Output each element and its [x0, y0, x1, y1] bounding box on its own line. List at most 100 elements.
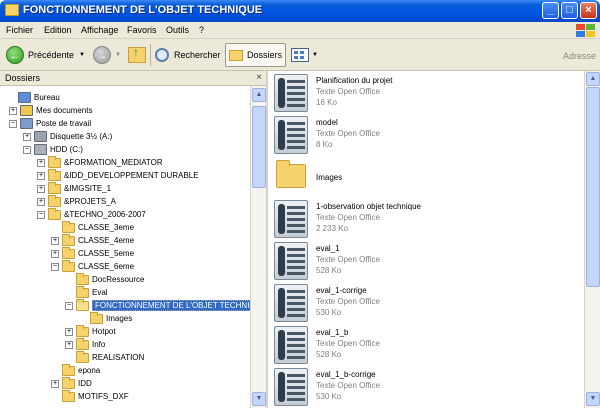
chevron-down-icon[interactable]: ▼ — [115, 52, 121, 58]
expand-icon[interactable]: + — [51, 379, 59, 388]
collapse-icon[interactable]: − — [37, 210, 45, 219]
expand-icon[interactable]: + — [37, 184, 45, 193]
menu-favoris[interactable]: Favoris — [127, 25, 157, 35]
file-name: model — [316, 118, 338, 127]
tree-item[interactable]: + Mes documents — [9, 104, 92, 117]
file-type: Texte Open Office — [316, 129, 380, 138]
tree-item-label: Bureau — [34, 93, 60, 102]
tree-item[interactable]: Bureau — [7, 91, 60, 104]
odt-document-icon — [274, 242, 308, 280]
file-item[interactable]: Images — [274, 158, 574, 198]
up-folder-button[interactable]: ↑ — [128, 44, 146, 66]
menu-outils[interactable]: Outils — [166, 25, 189, 35]
tree-item-label: IDD — [78, 379, 92, 388]
menu-bar: Fichier Edition Affichage Favoris Outils… — [0, 22, 600, 39]
tree-item[interactable]: DocRessource — [65, 272, 144, 286]
file-item[interactable]: eval_1-corrige Texte Open Office 530 Ko — [274, 284, 574, 324]
collapse-icon[interactable]: − — [65, 301, 73, 310]
tree-item[interactable]: Images — [79, 311, 132, 325]
menu-fichier[interactable]: Fichier — [6, 25, 33, 35]
tree-item[interactable]: + &FORMATION_MEDIATOR — [37, 155, 163, 169]
tree-item-label: &IDD_DEVELOPPEMENT DURABLE — [64, 171, 199, 180]
file-item[interactable]: eval_1_b-corrige Texte Open Office 530 Ko — [274, 368, 574, 408]
views-button[interactable]: ▼ — [291, 44, 318, 66]
scroll-down-icon[interactable]: ▼ — [586, 392, 600, 406]
search-button[interactable]: Rechercher — [155, 44, 221, 66]
file-type: Texte Open Office — [316, 297, 380, 306]
forward-button[interactable]: → ▼ — [93, 44, 121, 66]
folder-icon — [48, 207, 61, 220]
expand-icon[interactable]: + — [37, 171, 45, 180]
file-size: 528 Ko — [316, 350, 342, 359]
expand-icon[interactable]: + — [65, 340, 73, 349]
tree-scrollbar[interactable]: ▲ ▼ — [250, 86, 266, 408]
close-icon[interactable]: × — [256, 72, 262, 83]
up-folder-icon: ↑ — [128, 45, 146, 63]
tree-item[interactable]: CLASSE_3eme — [51, 220, 134, 234]
scroll-up-icon[interactable]: ▲ — [586, 72, 600, 86]
tree-item[interactable]: − FONCTIONNEMENT DE L'OBJET TECHNIQUE — [65, 298, 250, 312]
tree-item[interactable]: − &TECHNO_2006-2007 — [37, 207, 146, 221]
file-item[interactable]: model Texte Open Office 8 Ko — [274, 116, 574, 156]
menu-edition[interactable]: Edition — [44, 25, 72, 35]
file-list: Planification du projet Texte Open Office… — [266, 71, 584, 408]
expand-icon[interactable]: + — [9, 106, 17, 115]
tree-item[interactable]: + Hotpot — [65, 324, 116, 338]
title-bar[interactable]: FONCTIONNEMENT DE L'OBJET TECHNIQUE _ □ … — [0, 0, 600, 22]
tree-item[interactable]: Eval — [65, 285, 108, 299]
tree-item[interactable]: REALISATION — [65, 350, 145, 364]
tree-item[interactable]: + CLASSE_5eme — [51, 246, 134, 260]
odt-document-icon — [274, 200, 308, 238]
maximize-button[interactable]: □ — [561, 2, 578, 19]
scroll-thumb[interactable] — [586, 87, 600, 287]
folder-icon — [48, 168, 61, 181]
my-computer-icon — [20, 118, 33, 129]
file-list-scrollbar[interactable]: ▲ ▼ — [584, 71, 600, 408]
tree-item[interactable]: + &IMGSITE_1 — [37, 181, 111, 195]
folder-icon — [76, 285, 89, 298]
tree-item[interactable]: − CLASSE_6eme — [51, 259, 134, 273]
tree-item[interactable]: + CLASSE_4eme — [51, 233, 134, 247]
scroll-down-icon[interactable]: ▼ — [252, 392, 266, 406]
folder-icon — [76, 337, 89, 350]
tree-item[interactable]: − Poste de travail — [9, 117, 91, 130]
file-item[interactable]: 1-observation objet technique Texte Open … — [274, 200, 574, 240]
tree-item[interactable]: − HDD (C:) — [23, 143, 83, 156]
file-name: eval_1-corrige — [316, 286, 367, 295]
tree-item[interactable]: + &IDD_DEVELOPPEMENT DURABLE — [37, 168, 199, 182]
tree-item[interactable]: MOTIFS_DXF — [51, 389, 129, 403]
folders-button[interactable]: Dossiers — [225, 43, 287, 67]
tree-item[interactable]: + &PROJETS_A — [37, 194, 116, 208]
expand-icon[interactable]: + — [37, 158, 45, 167]
file-item[interactable]: eval_1_b Texte Open Office 528 Ko — [274, 326, 574, 366]
chevron-down-icon[interactable]: ▼ — [79, 52, 85, 58]
back-button[interactable]: ← Précédente ▼ — [6, 44, 85, 66]
collapse-icon[interactable]: − — [51, 262, 59, 271]
tree-item[interactable]: epona — [51, 363, 100, 377]
minimize-button[interactable]: _ — [542, 2, 559, 19]
tree-item-label: REALISATION — [92, 353, 145, 362]
menu-help[interactable]: ? — [199, 25, 204, 35]
expand-icon[interactable]: + — [65, 327, 73, 336]
expand-icon[interactable]: + — [23, 132, 31, 141]
tree-item[interactable]: + Disquette 3½ (A:) — [23, 130, 112, 143]
views-icon — [291, 48, 309, 62]
close-button[interactable]: × — [580, 2, 597, 19]
file-size: 16 Ko — [316, 98, 337, 107]
scroll-up-icon[interactable]: ▲ — [252, 88, 266, 102]
collapse-icon[interactable]: − — [23, 145, 31, 154]
tree-item[interactable]: + IDD — [51, 376, 92, 390]
expand-icon[interactable]: + — [51, 236, 59, 245]
folder-icon — [48, 155, 61, 168]
scroll-thumb[interactable] — [252, 106, 266, 188]
file-item[interactable]: Planification du projet Texte Open Office… — [274, 74, 574, 114]
collapse-icon[interactable]: − — [9, 119, 17, 128]
expand-icon[interactable]: + — [37, 197, 45, 206]
menu-affichage[interactable]: Affichage — [81, 25, 118, 35]
file-item[interactable]: eval_1 Texte Open Office 528 Ko — [274, 242, 574, 282]
expand-icon[interactable]: + — [51, 249, 59, 258]
tree-item[interactable]: + Info — [65, 337, 105, 351]
folders-pane-title: Dossiers — [5, 73, 41, 83]
chevron-down-icon[interactable]: ▼ — [312, 52, 318, 58]
search-label: Rechercher — [174, 50, 221, 60]
